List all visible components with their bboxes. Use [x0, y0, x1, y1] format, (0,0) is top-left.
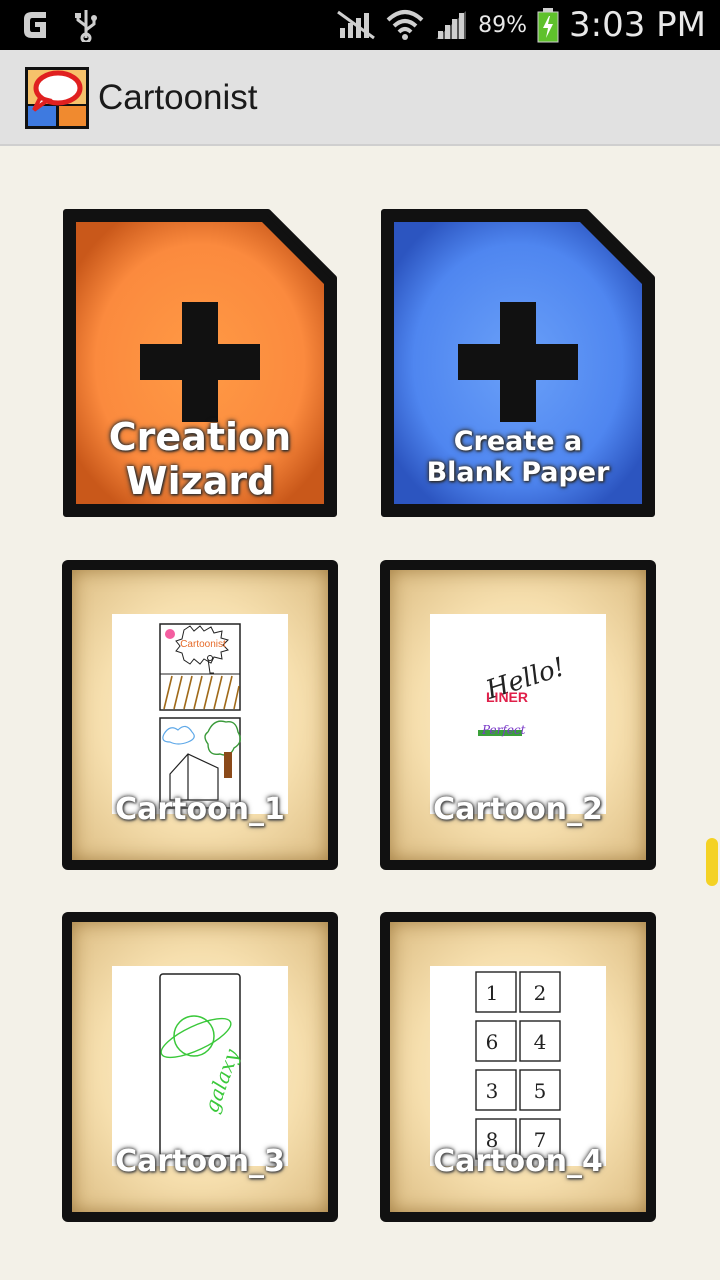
- liner-text: LINER: [486, 689, 528, 705]
- panel-number: 5: [534, 1079, 547, 1103]
- creation-wizard-button[interactable]: Creation Wizard: [62, 208, 338, 518]
- action-bar: Cartoonist: [0, 50, 720, 146]
- create-blank-paper-button[interactable]: Create a Blank Paper: [380, 208, 656, 518]
- cartoon-thumbnail: Hello! LINER Perfect: [430, 614, 606, 814]
- wizard-label-line2: Wizard: [125, 458, 275, 503]
- blank-label-line1: Create a: [453, 426, 583, 457]
- panel-number: 1: [486, 981, 499, 1005]
- signal-icon: [436, 11, 467, 39]
- app-logo-icon[interactable]: [24, 66, 90, 130]
- cartoon-thumbnail: galaxy: [112, 966, 288, 1166]
- usb-icon: [75, 10, 97, 42]
- cartoon-thumbnail: 1 2 6 4 3 5 8 7: [430, 966, 606, 1166]
- cartoon-tile-2[interactable]: Hello! LINER Perfect Cartoon_2: [380, 560, 656, 870]
- plus-icon: [140, 302, 260, 422]
- wifi-icon: [386, 10, 424, 40]
- app-title: Cartoonist: [98, 78, 258, 117]
- panel-number: 4: [534, 1030, 547, 1054]
- cartoon-tile-4[interactable]: 1 2 6 4 3 5 8 7 Cartoon_4: [380, 912, 656, 1222]
- mute-icon: [337, 10, 375, 40]
- cartoon-tile-3[interactable]: galaxy Cartoon_3: [62, 912, 338, 1222]
- wizard-label-line1: Creation: [108, 415, 292, 459]
- panel-number: 6: [486, 1030, 499, 1054]
- sync-icon: [24, 12, 46, 38]
- battery-icon: [537, 8, 559, 43]
- plus-icon: [458, 302, 578, 422]
- bubble-text: Cartoonist: [180, 639, 226, 650]
- cartoon-tile-1[interactable]: Cartoonist Cartoon_1: [62, 560, 338, 870]
- panel-number: 3: [486, 1079, 499, 1103]
- scroll-indicator[interactable]: [706, 838, 718, 886]
- cartoon-thumbnail: Cartoonist: [112, 614, 288, 814]
- panel-number: 2: [534, 981, 547, 1005]
- perfect-text: Perfect: [481, 723, 526, 737]
- blank-label-line2: Blank Paper: [426, 457, 610, 489]
- clock: 3:03 PM: [569, 5, 706, 45]
- cartoon-label: Cartoon_4: [433, 1144, 603, 1179]
- status-bar: 89% 3:03 PM: [0, 0, 720, 50]
- cartoon-label: Cartoon_1: [115, 792, 285, 827]
- cartoon-label: Cartoon_2: [433, 792, 603, 827]
- cartoon-label: Cartoon_3: [115, 1144, 285, 1179]
- battery-percent: 89%: [478, 12, 527, 38]
